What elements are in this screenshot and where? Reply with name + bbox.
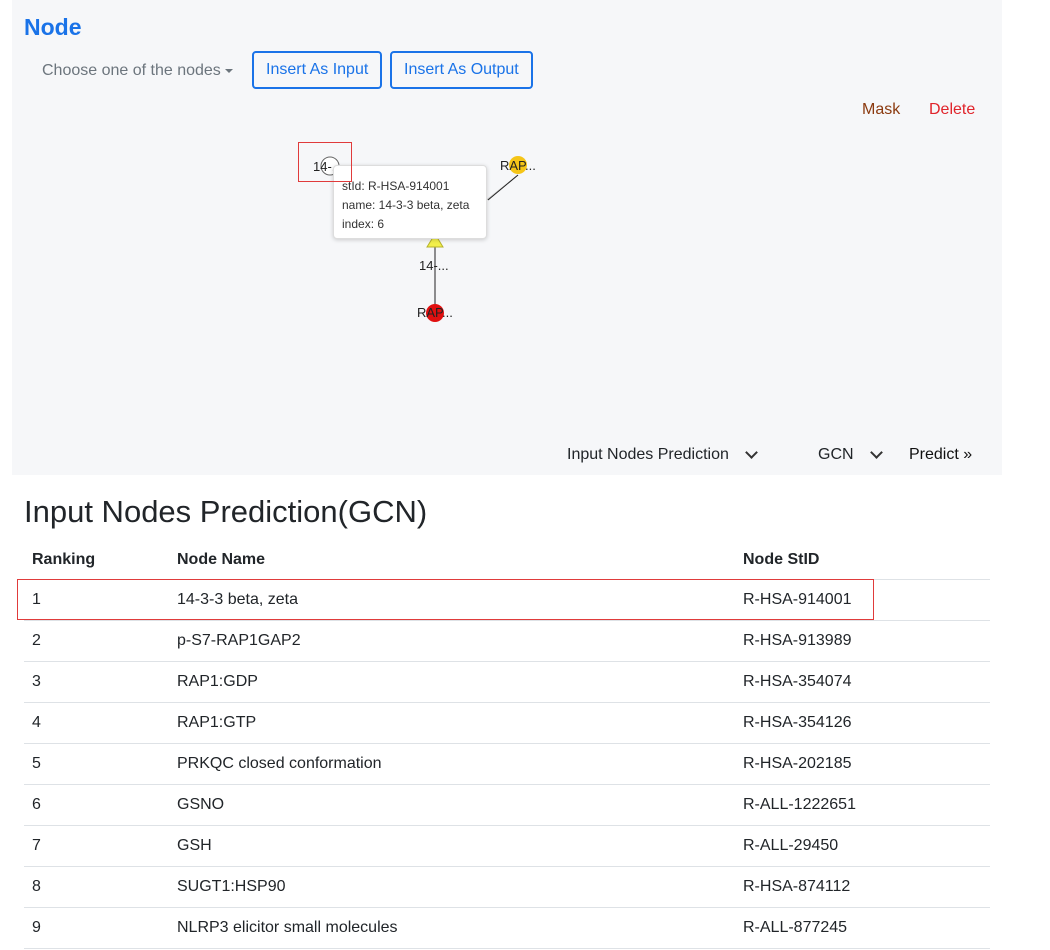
cell-node-name: GSNO [169,784,735,826]
table-row[interactable]: 3 RAP1:GDP R-HSA-354074 [24,661,990,703]
cell-node-stid: R-HSA-914001 [735,579,990,621]
predict-button[interactable]: Predict » [909,446,972,464]
node-tooltip: stId: R-HSA-914001 name: 14-3-3 beta, ze… [333,165,487,239]
tooltip-index: index: 6 [342,217,385,231]
network-graph[interactable]: RAP... 14-... RAP... 14-... [0,0,1050,475]
graph-node-label: 14-... [419,258,449,273]
graph-edge [487,174,519,201]
cell-rank: 6 [24,784,169,826]
cell-node-stid: R-ALL-877245 [735,907,990,949]
cell-node-stid: R-ALL-29450 [735,825,990,867]
table-row[interactable]: 5 PRKQC closed conformation R-HSA-202185 [24,743,990,785]
cell-rank: 3 [24,661,169,703]
model-value: GCN [818,446,854,463]
table-row[interactable]: 1 14-3-3 beta, zeta R-HSA-914001 [24,579,990,621]
table-header-row: Ranking Node Name Node StID [24,540,990,580]
cell-node-name: RAP1:GDP [169,661,735,703]
cell-node-name: 14-3-3 beta, zeta [169,579,735,621]
model-select[interactable]: GCN [818,446,883,464]
column-header-node-stid: Node StID [735,540,990,580]
cell-rank: 7 [24,825,169,867]
chevron-down-icon [745,446,758,459]
table-row[interactable]: 8 SUGT1:HSP90 R-HSA-874112 [24,866,990,908]
table-row[interactable]: 7 GSH R-ALL-29450 [24,825,990,867]
tooltip-name: name: 14-3-3 beta, zeta [342,198,470,212]
cell-node-name: NLRP3 elicitor small molecules [169,907,735,949]
cell-rank: 9 [24,907,169,949]
cell-node-stid: R-ALL-1222651 [735,784,990,826]
cell-rank: 2 [24,620,169,662]
cell-node-name: PRKQC closed conformation [169,743,735,785]
cell-node-stid: R-HSA-202185 [735,743,990,785]
prediction-type-value: Input Nodes Prediction [567,446,729,463]
chevron-down-icon [869,446,883,459]
column-header-ranking: Ranking [24,540,169,580]
cell-node-name: GSH [169,825,735,867]
table-row[interactable]: 4 RAP1:GTP R-HSA-354126 [24,702,990,744]
column-header-node-name: Node Name [169,540,735,580]
table-row[interactable]: 2 p-S7-RAP1GAP2 R-HSA-913989 [24,620,990,662]
cell-node-stid: R-HSA-874112 [735,866,990,908]
table-row[interactable]: 6 GSNO R-ALL-1222651 [24,784,990,826]
results-table: Ranking Node Name Node StID 1 14-3-3 bet… [24,540,990,949]
cell-node-name: p-S7-RAP1GAP2 [169,620,735,662]
cell-node-name: SUGT1:HSP90 [169,866,735,908]
cell-node-stid: R-HSA-913989 [735,620,990,662]
cell-node-stid: R-HSA-354126 [735,702,990,744]
table-row[interactable]: 9 NLRP3 elicitor small molecules R-ALL-8… [24,907,990,949]
cell-rank: 1 [24,579,169,621]
prediction-type-select[interactable]: Input Nodes Prediction [567,446,758,464]
results-heading: Input Nodes Prediction(GCN) [24,494,428,529]
graph-node-label: RAP... [417,305,453,320]
graph-node-label: RAP... [500,158,536,173]
cell-node-name: RAP1:GTP [169,702,735,744]
cell-rank: 5 [24,743,169,785]
cell-node-stid: R-HSA-354074 [735,661,990,703]
cell-rank: 8 [24,866,169,908]
cell-rank: 4 [24,702,169,744]
tooltip-stid: stId: R-HSA-914001 [342,179,450,193]
